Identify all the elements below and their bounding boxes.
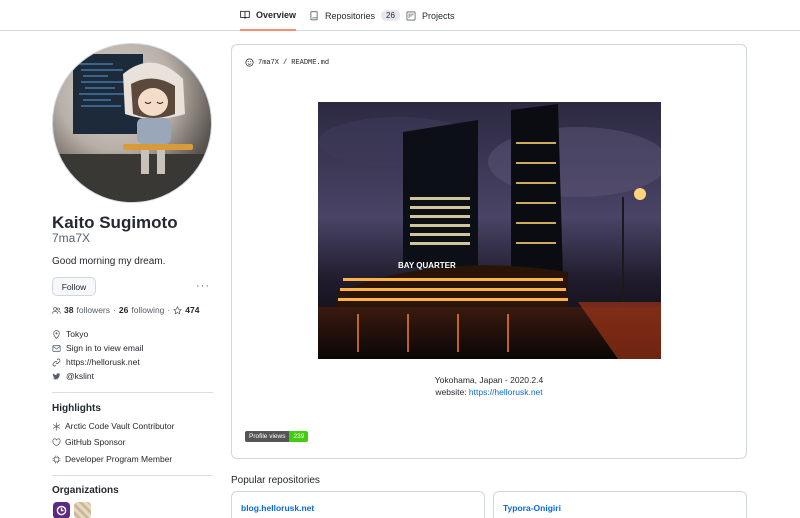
avatar[interactable] (52, 43, 212, 203)
location-pin-icon (53, 329, 60, 339)
followers-count[interactable]: 38 (64, 305, 73, 315)
twitter-item: @kslint (52, 371, 94, 381)
badge-label: Profile views (245, 431, 290, 442)
following-count[interactable]: 26 (119, 305, 128, 315)
photo-caption: Yokohama, Japan - 2020.2.4 (434, 375, 544, 385)
profile-tab-bar: Overview Repositories 26 Projects (0, 0, 800, 31)
stars-count[interactable]: 474 (185, 305, 199, 315)
badge-value: 239 (289, 431, 309, 442)
tab-overview[interactable]: Overview (240, 0, 296, 31)
people-icon (52, 306, 61, 314)
sidebar-divider (52, 392, 213, 393)
followers-label[interactable]: followers (76, 305, 110, 315)
following-label[interactable]: following (131, 305, 164, 315)
tab-repositories-label: Repositories (325, 10, 376, 21)
tab-overview-label: Overview (255, 9, 296, 20)
highlight-sponsor-label: GitHub Sponsor (65, 437, 126, 447)
location-text: Tokyo (66, 329, 89, 339)
star-icon (173, 305, 183, 315)
highlight-developer-label: Developer Program Member (65, 454, 173, 464)
profile-name: Kaito Sugimoto (52, 213, 178, 232)
repo-link[interactable]: blog.hellorusk.net (241, 503, 314, 513)
readme-path: 7ma7X / README.md (245, 58, 329, 67)
twitter-icon (52, 372, 61, 379)
repo-card: Typora-Onigiri (493, 491, 747, 518)
repo-icon (310, 10, 318, 20)
twitter-handle[interactable]: @kslint (66, 371, 94, 381)
book-icon (240, 10, 250, 19)
stat-separator: · (167, 305, 171, 315)
highlight-arctic-label: Arctic Code Vault Contributor (65, 421, 175, 431)
bay-quarter-sign: BAY QUARTER (398, 261, 456, 270)
mail-icon (52, 344, 61, 352)
sidebar-divider (52, 475, 213, 476)
website-link[interactable]: https://hellorusk.net (66, 357, 140, 367)
readme-file-link[interactable]: README.md (291, 59, 329, 67)
readme-owner-link[interactable]: 7ma7X (258, 59, 279, 67)
repo-card: blog.hellorusk.net (231, 491, 485, 518)
email-item: Sign in to view email (52, 343, 143, 353)
tab-repositories[interactable]: Repositories 26 (309, 0, 400, 31)
heart-icon (52, 437, 61, 446)
highlights-title: Highlights (52, 403, 101, 414)
follow-stats: 38 followers · 26 following · 474 (52, 305, 199, 315)
follow-button[interactable]: Follow (52, 277, 96, 296)
organization-avatar[interactable] (53, 502, 70, 518)
org-logo-icon (56, 505, 67, 516)
stat-separator: · (113, 305, 116, 315)
path-separator: / (283, 58, 288, 67)
website-caption: website: https://hellorusk.net (232, 387, 746, 397)
readme-website-link[interactable]: https://hellorusk.net (469, 387, 543, 397)
profile-views-badge: Profile views 239 (245, 431, 309, 442)
website-item: https://hellorusk.net (52, 357, 140, 367)
avatar-figurine-image (53, 54, 211, 202)
profile-login: 7ma7X (52, 231, 91, 245)
readme-photo: BAY QUARTER (318, 102, 661, 359)
smiley-icon (245, 58, 254, 67)
link-icon (52, 358, 61, 366)
tab-projects[interactable]: Projects (406, 0, 455, 31)
organizations-title: Organizations (52, 485, 119, 496)
yokohama-night-photo: BAY QUARTER (318, 102, 661, 359)
email-text[interactable]: Sign in to view email (66, 343, 143, 353)
popular-repositories-title: Popular repositories (231, 475, 320, 486)
snowflake-icon (52, 422, 61, 430)
highlight-developer: Developer Program Member (52, 454, 172, 464)
organization-avatar[interactable] (74, 502, 91, 518)
highlight-arctic: Arctic Code Vault Contributor (52, 421, 174, 431)
cpu-icon (52, 455, 61, 463)
project-icon (406, 11, 416, 20)
repo-link[interactable]: Typora-Onigiri (503, 503, 561, 513)
readme-card: 7ma7X / README.md BAY QUARTER Yokohama, … (231, 44, 747, 459)
tab-projects-label: Projects (422, 10, 455, 21)
repositories-count: 26 (381, 10, 400, 21)
highlight-sponsor: GitHub Sponsor (52, 437, 125, 447)
more-options-icon[interactable]: ··· (196, 280, 210, 292)
location-item: Tokyo (52, 329, 88, 339)
profile-bio: Good morning my dream. (52, 256, 166, 267)
website-caption-prefix: website: (435, 387, 467, 397)
